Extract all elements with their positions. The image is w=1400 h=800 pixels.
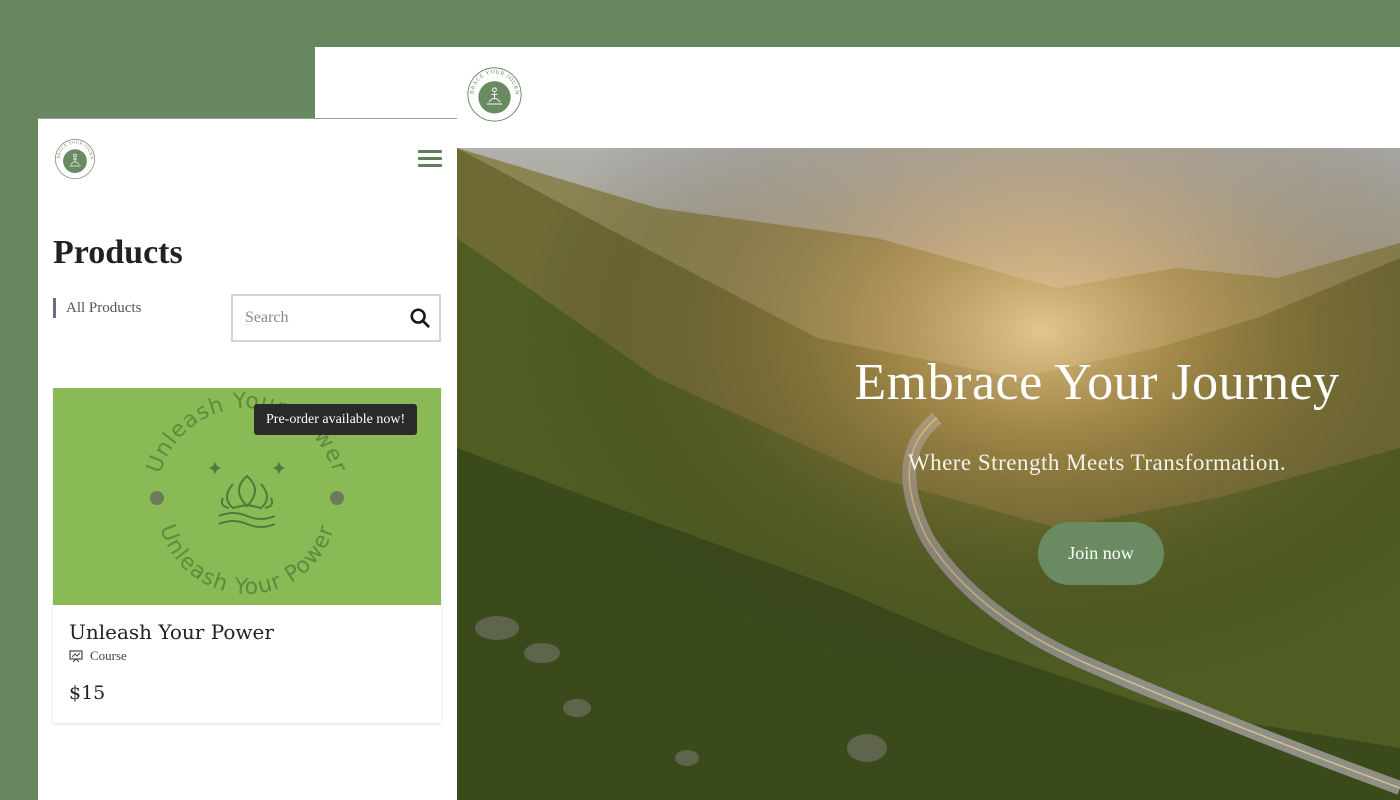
- hero-title: Embrace Your Journey: [854, 354, 1340, 411]
- mobile-site-window: EMBRACE YOUR JOURNEY Products All Produc…: [38, 118, 457, 800]
- search-icon[interactable]: [409, 307, 431, 329]
- lotus-icon: [218, 474, 276, 528]
- product-card[interactable]: Unleash Your Power Unleash Your Power: [53, 388, 441, 723]
- desktop-site-window: EMBRACE YOUR JOURNEY: [315, 47, 1400, 800]
- artwork-ring-text-bottom: Unleash Your Power: [154, 521, 338, 600]
- filter-all-products[interactable]: All Products: [53, 298, 141, 318]
- hero-subtitle: Where Strength Meets Transformation.: [907, 450, 1287, 475]
- product-image[interactable]: Unleash Your Power Unleash Your Power: [53, 388, 441, 605]
- search-box: [231, 294, 441, 342]
- course-presentation-icon: [69, 649, 83, 662]
- product-type-label: Course: [90, 648, 127, 663]
- join-now-button[interactable]: Join now: [1038, 522, 1164, 585]
- product-title[interactable]: Unleash Your Power: [69, 620, 274, 644]
- desktop-header: EMBRACE YOUR JOURNEY: [315, 47, 1400, 148]
- site-logo-mobile[interactable]: EMBRACE YOUR JOURNEY: [54, 138, 96, 180]
- svg-text:Unleash Your Power: Unleash Your Power: [154, 521, 339, 600]
- product-price: $15: [69, 682, 106, 704]
- preorder-badge: Pre-order available now!: [254, 404, 418, 435]
- page-title: Products: [53, 234, 183, 271]
- hero-section: Embrace Your Journey Where Strength Meet…: [457, 148, 1400, 800]
- product-type: Course: [69, 648, 127, 664]
- search-input[interactable]: [233, 296, 398, 340]
- site-logo[interactable]: EMBRACE YOUR JOURNEY: [466, 66, 523, 123]
- hamburger-menu-icon[interactable]: [418, 150, 442, 170]
